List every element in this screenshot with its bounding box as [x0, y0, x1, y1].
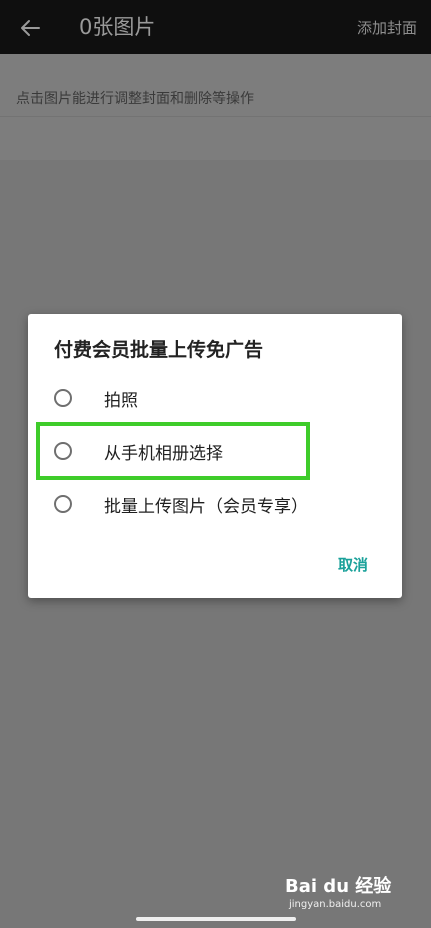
watermark-url: jingyan.baidu.com	[289, 899, 382, 910]
option-label: 拍照	[104, 390, 138, 411]
option-take-photo[interactable]: 拍照	[54, 378, 374, 418]
back-button[interactable]	[14, 12, 46, 44]
option-batch-upload[interactable]: 批量上传图片（会员专享）	[54, 484, 374, 524]
option-label: 批量上传图片（会员专享）	[104, 496, 308, 517]
radio-unchecked-icon[interactable]	[54, 495, 72, 513]
top-app-bar: 0张图片 添加封面	[0, 0, 431, 54]
hint-panel: 点击图片能进行调整封面和删除等操作	[0, 54, 431, 160]
radio-unchecked-icon[interactable]	[54, 389, 72, 407]
hint-text: 点击图片能进行调整封面和删除等操作	[16, 91, 254, 107]
arrow-left-icon	[21, 20, 40, 36]
cancel-button[interactable]: 取消	[338, 554, 368, 576]
page-title: 0张图片	[79, 15, 156, 39]
baidu-jingyan-watermark: Bai du 经验 jingyan.baidu.com	[285, 876, 403, 920]
home-indicator[interactable]	[136, 917, 296, 921]
watermark-logo: Bai du 经验	[285, 876, 392, 897]
dialog-title: 付费会员批量上传免广告	[54, 339, 264, 361]
divider	[0, 116, 431, 117]
add-cover-button[interactable]: 添加封面	[357, 17, 417, 39]
highlight-annotation-box	[36, 422, 310, 480]
